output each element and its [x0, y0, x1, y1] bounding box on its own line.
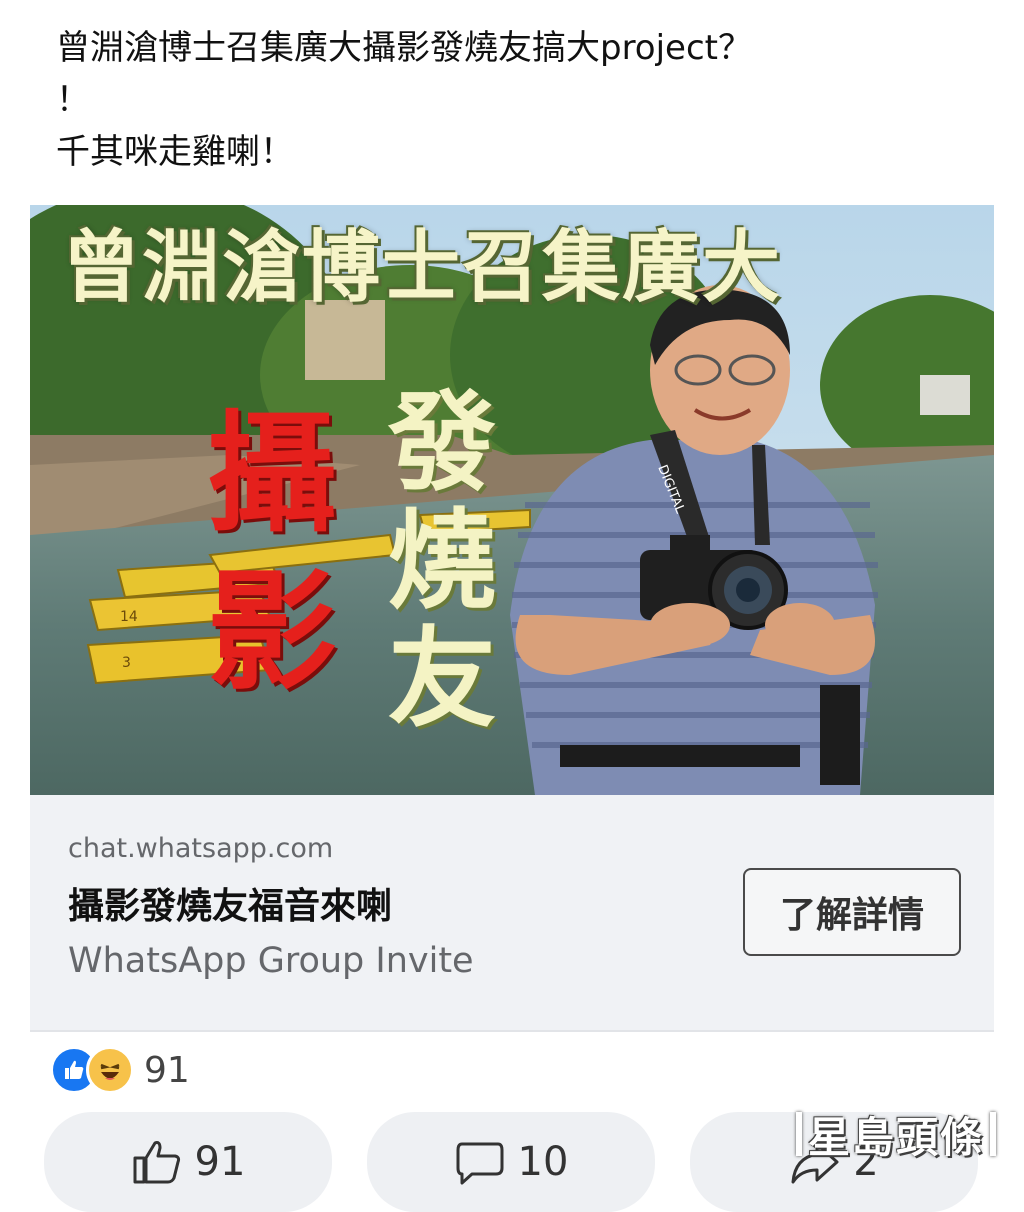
watermark-text: 星島頭條 [807, 1112, 984, 1162]
comment-bubble-icon [456, 1142, 504, 1185]
link-title[interactable]: 攝影發燒友福音來喇 [68, 877, 392, 929]
watermark-bar-right [990, 1112, 996, 1156]
hero-red-vertical-text: 攝影 [192, 395, 352, 711]
hero-cream-char: 發 [387, 381, 496, 506]
post-line-2: ！ [56, 80, 90, 120]
hero-red-char: 攝 [206, 398, 337, 550]
reaction-count: 91 [144, 1049, 190, 1091]
haha-reaction-icon [86, 1046, 134, 1094]
post-line-1: 曾淵滄博士召集廣大攝影發燒友搞大project？ [56, 28, 753, 68]
learn-more-button[interactable]: 了解詳情 [743, 868, 961, 956]
post-line-3: 千其咪走雞喇！ [56, 132, 294, 172]
link-description: WhatsApp Group Invite [68, 941, 474, 981]
boat-number-14: 14 [120, 609, 138, 625]
hero-cream-char: 燒 [387, 499, 496, 624]
boat-number-3: 3 [122, 655, 131, 671]
link-card-meta: chat.whatsapp.com 攝影發燒友福音來喇 WhatsApp Gro… [30, 795, 994, 1030]
hero-title: 曾淵滄博士召集廣大 [62, 223, 783, 313]
post-text: 曾淵滄博士召集廣大攝影發燒友搞大project？ ！ 千其咪走雞喇！ [56, 22, 956, 178]
link-domain: chat.whatsapp.com [68, 833, 334, 864]
hero-cream-char: 友 [387, 617, 496, 742]
like-button[interactable]: 91 [44, 1112, 332, 1212]
watermark-bar-left [795, 1112, 802, 1156]
watermark: 星島頭條 [786, 1107, 1006, 1162]
link-preview-card[interactable]: 14 3 DIGITAL 曾淵滄博士召集廣大 攝 影 發 燒 友 chat.wh… [30, 205, 994, 1032]
comment-button[interactable]: 10 [367, 1112, 655, 1212]
comment-count: 10 [517, 1139, 569, 1185]
reactions-summary[interactable]: 91 [50, 1045, 190, 1095]
thumbs-up-icon [133, 1141, 180, 1184]
like-count: 91 [194, 1139, 246, 1185]
hero-image[interactable]: 14 3 DIGITAL 曾淵滄博士召集廣大 攝 影 發 燒 友 [30, 205, 994, 795]
hero-cream-vertical-text: 發燒友 [382, 385, 502, 739]
hero-red-char: 影 [206, 556, 337, 708]
